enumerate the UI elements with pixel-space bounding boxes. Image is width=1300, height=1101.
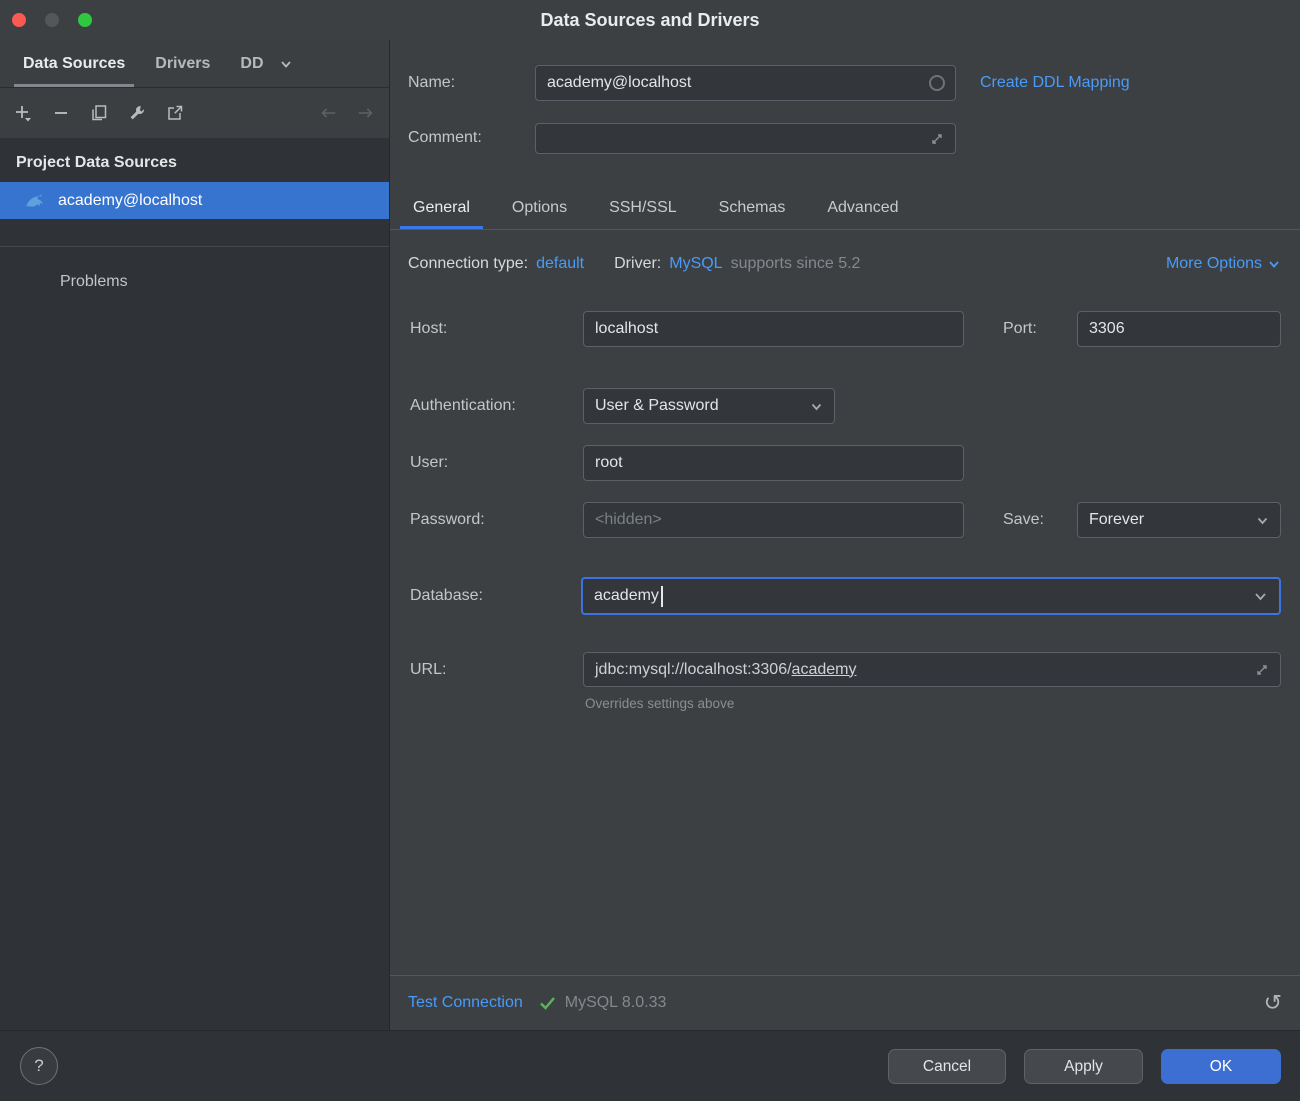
authentication-value: User & Password [595, 397, 719, 414]
url-database-part: academy [791, 660, 857, 678]
tab-advanced[interactable]: Advanced [814, 186, 911, 229]
user-input[interactable]: root [583, 445, 964, 481]
database-value: academy [594, 587, 659, 604]
authentication-label: Authentication: [410, 397, 516, 414]
forward-arrow-button[interactable] [357, 104, 375, 122]
apply-button[interactable]: Apply [1024, 1049, 1143, 1084]
statusbar: Test Connection MySQL 8.0.33 ↺ [390, 975, 1300, 1030]
footer: ? Cancel Apply OK [0, 1030, 1300, 1101]
sidebar: Data Sources Drivers DD Project Data Sou… [0, 40, 390, 1030]
tab-advanced-label: Advanced [827, 198, 899, 216]
database-combobox[interactable]: academy [581, 577, 1281, 615]
chevron-down-icon [1268, 258, 1280, 270]
problems-section-label[interactable]: Problems [60, 273, 389, 291]
user-value: root [595, 454, 623, 471]
save-value: Forever [1089, 511, 1145, 528]
url-prefix: jdbc:mysql://localhost:3306/ [595, 660, 792, 678]
url-input[interactable]: jdbc:mysql://localhost:3306/academy [583, 652, 1281, 687]
mysql-dolphin-icon [24, 190, 46, 212]
sidebar-divider [0, 246, 389, 247]
revert-changes-icon[interactable]: ↺ [1264, 992, 1282, 1014]
window-title: Data Sources and Drivers [540, 10, 760, 30]
tab-general[interactable]: General [400, 186, 483, 229]
make-global-export-button[interactable] [166, 104, 184, 122]
tab-data-sources-label: Data Sources [23, 54, 126, 72]
tab-data-sources[interactable]: Data Sources [8, 40, 140, 87]
settings-tabstrip: General Options SSH/SSL Schemas Advanced [400, 186, 928, 229]
create-ddl-mapping-link[interactable]: Create DDL Mapping [980, 65, 1130, 101]
expand-editor-icon[interactable] [930, 132, 944, 146]
more-options-link[interactable]: More Options [1166, 255, 1280, 273]
tabs-divider [390, 229, 1300, 230]
driver-value-link[interactable]: MySQL [669, 255, 722, 273]
url-override-note: Overrides settings above [585, 696, 735, 711]
driver-label: Driver: [614, 255, 662, 272]
port-label: Port: [1003, 320, 1037, 337]
tab-ddl-mappings-label: DD [240, 54, 264, 72]
name-value: academy@localhost [547, 74, 692, 91]
project-data-sources-heading: Project Data Sources [16, 154, 177, 171]
chevron-down-icon [1256, 514, 1269, 527]
help-button[interactable]: ? [20, 1047, 58, 1085]
success-check-icon [539, 995, 556, 1011]
save-label: Save: [1003, 511, 1044, 528]
name-label: Name: [408, 74, 456, 91]
text-caret [660, 585, 663, 607]
password-label: Password: [410, 511, 485, 528]
tab-schemas[interactable]: Schemas [706, 186, 799, 229]
connection-type-label: Connection type: [408, 255, 529, 272]
remove-data-source-button[interactable] [52, 104, 70, 122]
tab-ssh-ssl-label: SSH/SSL [609, 198, 677, 216]
url-label: URL: [410, 661, 447, 678]
tab-schemas-label: Schemas [718, 198, 786, 216]
more-options-label: More Options [1165, 255, 1262, 272]
host-input[interactable]: localhost [583, 311, 964, 347]
comment-label: Comment: [408, 129, 482, 146]
connection-type-value-link[interactable]: default [536, 255, 584, 273]
cancel-button[interactable]: Cancel [888, 1049, 1006, 1084]
save-dropdown[interactable]: Forever [1077, 502, 1281, 538]
port-value: 3306 [1089, 320, 1125, 337]
data-source-item-academy[interactable]: academy@localhost [0, 182, 389, 219]
sidebar-toolbar [0, 88, 389, 138]
test-connection-result: MySQL 8.0.33 [564, 994, 667, 1011]
database-label: Database: [410, 587, 483, 604]
user-label: User: [410, 454, 449, 471]
tab-options[interactable]: Options [499, 186, 580, 229]
tab-drivers-label: Drivers [155, 54, 211, 72]
driver-properties-wrench-button[interactable] [128, 104, 146, 122]
tab-drivers[interactable]: Drivers [140, 40, 225, 87]
data-source-item-label: academy@localhost [58, 191, 203, 209]
back-arrow-button[interactable] [319, 104, 337, 122]
host-value: localhost [595, 320, 659, 337]
host-label: Host: [410, 320, 448, 337]
add-data-source-button[interactable] [14, 104, 32, 122]
tab-options-label: Options [511, 198, 568, 216]
titlebar: Data Sources and Drivers [0, 0, 1300, 40]
data-sources-dialog: Data Sources and Drivers Data Sources Dr… [0, 0, 1300, 1101]
tab-ssh-ssl[interactable]: SSH/SSL [596, 186, 690, 229]
authentication-dropdown[interactable]: User & Password [583, 388, 835, 424]
refresh-spinner-icon [929, 75, 945, 91]
sidebar-tabs-overflow-button[interactable] [279, 40, 303, 87]
duplicate-data-source-button[interactable] [90, 104, 108, 122]
main-panel: Name: academy@localhost Create DDL Mappi… [390, 40, 1300, 1030]
chevron-down-icon [810, 400, 823, 413]
tab-general-label: General [413, 198, 470, 216]
name-input[interactable]: academy@localhost [535, 65, 956, 101]
comment-input[interactable] [535, 123, 956, 154]
port-input[interactable]: 3306 [1077, 311, 1281, 347]
password-placeholder: <hidden> [595, 511, 662, 528]
connection-type-row: Connection type: default Driver: MySQL s… [408, 243, 1280, 285]
sidebar-tabstrip: Data Sources Drivers DD [0, 40, 389, 88]
tab-ddl-mappings[interactable]: DD [225, 40, 278, 87]
chevron-down-icon [279, 57, 293, 71]
expand-editor-icon[interactable] [1255, 663, 1269, 677]
driver-support-note: supports since 5.2 [730, 255, 861, 272]
password-input[interactable]: <hidden> [583, 502, 964, 538]
ok-button[interactable]: OK [1161, 1049, 1281, 1084]
test-connection-link[interactable]: Test Connection [408, 994, 523, 1012]
chevron-down-icon [1253, 589, 1268, 604]
